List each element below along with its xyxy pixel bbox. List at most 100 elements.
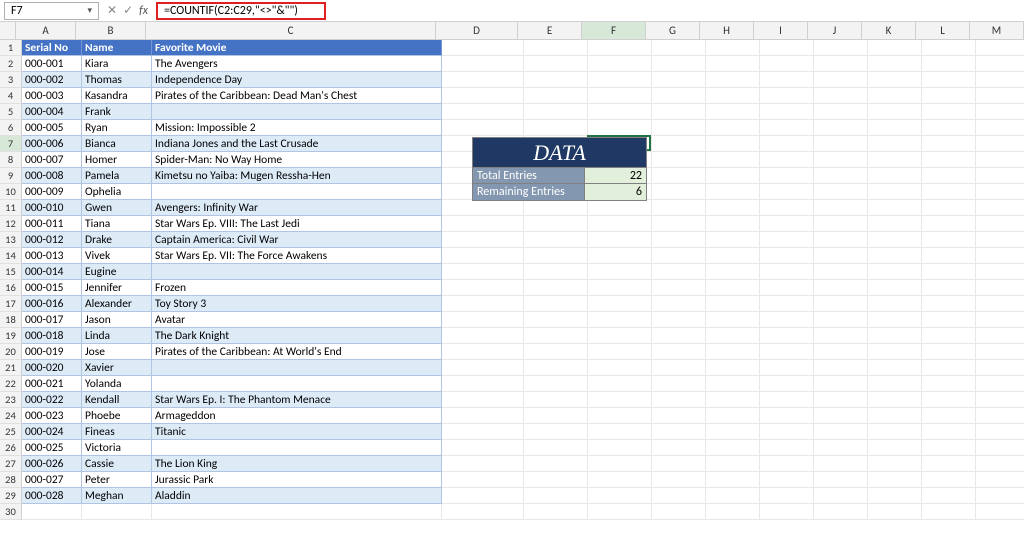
cell[interactable] [922,104,976,120]
cell[interactable] [82,504,152,520]
cell[interactable]: Jose [82,344,152,360]
cell[interactable] [976,296,1024,312]
cell[interactable] [652,488,706,504]
cell[interactable] [814,136,868,152]
cell[interactable] [652,328,706,344]
cell[interactable] [868,168,922,184]
cell[interactable] [706,232,760,248]
cell[interactable] [442,424,524,440]
cell[interactable] [588,88,652,104]
cell[interactable] [706,472,760,488]
col-header-E[interactable]: E [518,22,582,39]
cell[interactable] [588,216,652,232]
cell[interactable] [976,200,1024,216]
cell[interactable] [706,504,760,520]
cell[interactable] [760,360,814,376]
cell[interactable]: Indiana Jones and the Last Crusade [152,136,442,152]
cell[interactable] [706,136,760,152]
cell[interactable] [760,344,814,360]
cell[interactable] [442,40,524,56]
cell[interactable] [976,280,1024,296]
cell[interactable] [814,184,868,200]
cell[interactable] [760,424,814,440]
cell[interactable] [922,440,976,456]
cell[interactable] [442,408,524,424]
cell[interactable]: Frank [82,104,152,120]
cell[interactable]: 000-019 [22,344,82,360]
row-header-27[interactable]: 27 [0,456,22,472]
cell[interactable] [652,264,706,280]
row-header-1[interactable]: 1 [0,40,22,56]
cell[interactable] [652,408,706,424]
cell[interactable] [868,40,922,56]
cell[interactable] [922,56,976,72]
cell[interactable] [760,200,814,216]
cell[interactable] [922,376,976,392]
cell[interactable] [922,120,976,136]
cell[interactable] [652,360,706,376]
cell[interactable] [868,216,922,232]
name-box[interactable]: F7 ▾ [4,2,99,20]
row-header-22[interactable]: 22 [0,376,22,392]
cell[interactable]: Pirates of the Caribbean: At World's End [152,344,442,360]
cell[interactable]: Spider-Man: No Way Home [152,152,442,168]
cell[interactable] [706,376,760,392]
cell[interactable] [868,328,922,344]
col-header-A[interactable]: A [16,22,76,39]
cell[interactable] [760,56,814,72]
cell[interactable] [868,56,922,72]
cell[interactable] [868,264,922,280]
cell[interactable] [706,296,760,312]
cell[interactable] [814,408,868,424]
cell[interactable] [524,504,588,520]
cell[interactable] [524,360,588,376]
cell[interactable]: 000-005 [22,120,82,136]
cell[interactable]: The Lion King [152,456,442,472]
cell[interactable] [922,88,976,104]
row-header-25[interactable]: 25 [0,424,22,440]
cell[interactable]: 000-024 [22,424,82,440]
cell[interactable] [524,456,588,472]
cell[interactable] [442,88,524,104]
row-header-7[interactable]: 7 [0,136,22,152]
cell[interactable] [706,280,760,296]
cell[interactable] [652,200,706,216]
cell[interactable] [868,376,922,392]
cancel-icon[interactable]: ✕ [107,3,117,18]
cell[interactable] [922,248,976,264]
cell[interactable] [760,328,814,344]
row-header-17[interactable]: 17 [0,296,22,312]
cell[interactable]: 000-009 [22,184,82,200]
cell[interactable]: 000-027 [22,472,82,488]
cell[interactable] [152,440,442,456]
cell[interactable]: Thomas [82,72,152,88]
cell[interactable] [868,408,922,424]
cell[interactable] [588,248,652,264]
cell[interactable] [652,216,706,232]
cell[interactable]: Tiana [82,216,152,232]
col-header-M[interactable]: M [970,22,1024,39]
cell[interactable] [868,440,922,456]
cell[interactable]: Independence Day [152,72,442,88]
cell[interactable] [922,136,976,152]
cell[interactable] [814,40,868,56]
cell[interactable] [760,408,814,424]
cell[interactable] [814,120,868,136]
cell[interactable]: 000-028 [22,488,82,504]
cell[interactable] [760,184,814,200]
row-header-13[interactable]: 13 [0,232,22,248]
cell[interactable] [524,440,588,456]
enter-icon[interactable]: ✓ [123,3,133,18]
cell[interactable] [588,296,652,312]
cell[interactable] [922,488,976,504]
cell[interactable] [760,504,814,520]
cell[interactable] [442,72,524,88]
cell[interactable] [652,56,706,72]
cell[interactable]: 000-006 [22,136,82,152]
cell[interactable] [922,280,976,296]
cell[interactable] [922,40,976,56]
cell[interactable] [524,472,588,488]
cell[interactable] [652,40,706,56]
row-header-30[interactable]: 30 [0,504,22,520]
cell[interactable]: 000-015 [22,280,82,296]
